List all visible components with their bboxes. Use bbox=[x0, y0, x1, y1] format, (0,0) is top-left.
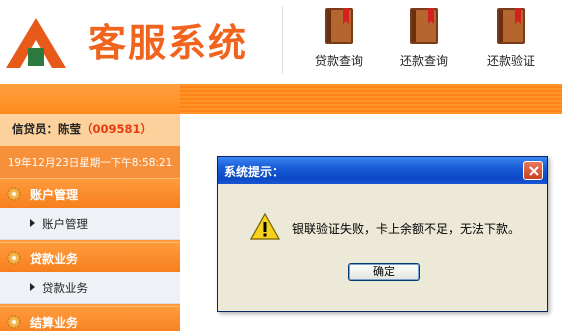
close-button[interactable] bbox=[523, 161, 543, 180]
user-line: 信贷员：陈莹（009581） bbox=[12, 121, 152, 137]
book-icon bbox=[410, 8, 438, 44]
menu-group-loan[interactable]: 贷款业务 bbox=[0, 242, 180, 272]
page: 客服系统 贷款查询 还款查询 还款验证 信贷员：陈莹（009581） 19年12… bbox=[0, 0, 562, 331]
dialog-title: 系统提示： bbox=[224, 165, 285, 179]
book-icon bbox=[325, 8, 353, 44]
dialog-message: 银联验证失败，卡上余额不足，无法下款。 bbox=[292, 222, 521, 236]
app-title: 客服系统 bbox=[88, 21, 249, 65]
header-divider bbox=[282, 6, 283, 74]
system-alert-dialog: 系统提示： 银联验证失败，卡上余额不足，无法下款。 确定 bbox=[217, 156, 548, 312]
nav-label: 还款查询 bbox=[399, 54, 448, 68]
gear-icon bbox=[7, 315, 21, 329]
triangle-right-icon bbox=[30, 219, 35, 227]
nav-label: 贷款查询 bbox=[314, 54, 363, 68]
book-icon bbox=[497, 8, 525, 44]
user-info: 信贷员：陈莹（009581） bbox=[0, 114, 180, 146]
gear-icon bbox=[7, 251, 21, 265]
menu-item-label: 贷款业务 bbox=[42, 281, 88, 295]
menu-group-label: 贷款业务 bbox=[30, 252, 79, 266]
nav-repay-verify[interactable]: 还款验证 bbox=[471, 6, 551, 76]
close-icon bbox=[529, 166, 539, 176]
menu-group-account[interactable]: 账户管理 bbox=[0, 178, 180, 208]
nav-repay-query[interactable]: 还款查询 bbox=[384, 6, 464, 76]
menu-group-label: 结算业务 bbox=[30, 316, 79, 330]
nav-label: 还款验证 bbox=[486, 54, 535, 68]
logo-icon bbox=[4, 16, 68, 70]
user-id: （009581） bbox=[81, 122, 153, 136]
header: 客服系统 贷款查询 还款查询 还款验证 bbox=[0, 0, 562, 84]
datetime-box: 19年12月23日星期一下午8:58:21 bbox=[0, 146, 180, 178]
menu-group-label: 账户管理 bbox=[30, 188, 79, 202]
datetime: 19年12月23日星期一下午8:58:21 bbox=[7, 157, 173, 169]
nav-loan-query[interactable]: 贷款查询 bbox=[299, 6, 379, 76]
user-name: 信贷员：陈莹 bbox=[12, 122, 81, 136]
sidebar: 信贷员：陈莹（009581） 19年12月23日星期一下午8:58:21 账户管… bbox=[0, 114, 180, 331]
warning-icon bbox=[250, 212, 280, 240]
triangle-right-icon bbox=[30, 283, 35, 291]
menu-group-settlement[interactable]: 结算业务 bbox=[0, 306, 180, 331]
gear-icon bbox=[7, 187, 21, 201]
dialog-titlebar[interactable]: 系统提示： bbox=[218, 157, 547, 184]
menu-item-label: 账户管理 bbox=[42, 217, 88, 231]
menu-item-account[interactable]: 账户管理 bbox=[0, 208, 180, 240]
ok-button[interactable]: 确定 bbox=[348, 263, 420, 281]
menu-item-loan[interactable]: 贷款业务 bbox=[0, 272, 180, 304]
header-band-stripes bbox=[180, 84, 562, 114]
